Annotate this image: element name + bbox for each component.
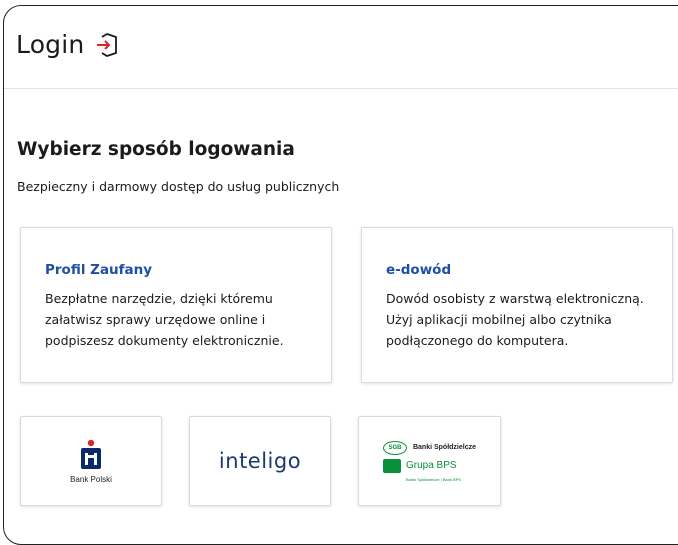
method-description: Bezpłatne narzędzie, dzięki któremu zała… bbox=[45, 291, 284, 348]
method-description: Dowód osobisty z warstwą elektroniczną. … bbox=[386, 291, 644, 348]
bps-subtitle: Banki Spółdzielcze bbox=[412, 444, 477, 451]
bps-logo: SGB Banki Spółdzielcze Grupa BPS Banki S… bbox=[382, 440, 477, 482]
section-subtitle: Bezpieczny i darmowy dostęp do usług pub… bbox=[17, 179, 340, 194]
bps-footnote: Banki Spółdzielcze | Bank BPS bbox=[405, 476, 462, 482]
method-title: e-dowód bbox=[386, 262, 452, 278]
login-icon bbox=[94, 32, 120, 58]
page-title: Login bbox=[16, 30, 85, 59]
bank-login-inteligo[interactable]: inteligo bbox=[189, 416, 331, 506]
sgb-badge: SGB bbox=[382, 440, 407, 455]
header: Login bbox=[16, 30, 120, 59]
inteligo-logo: inteligo bbox=[218, 449, 302, 473]
section-title: Wybierz sposób logowania bbox=[17, 139, 295, 160]
pko-icon bbox=[80, 439, 101, 469]
bank-name: Grupa BPS bbox=[405, 460, 457, 471]
bank-login-grupa-bps[interactable]: SGB Banki Spółdzielcze Grupa BPS Banki S… bbox=[358, 416, 501, 506]
header-divider bbox=[4, 88, 678, 89]
method-title: Profil Zaufany bbox=[45, 262, 153, 278]
login-method-profil-zaufany[interactable]: Profil Zaufany Bezpłatne narzędzie, dzię… bbox=[20, 227, 332, 383]
bps-mark-icon bbox=[382, 458, 401, 473]
pko-logo: Bank Polski bbox=[70, 439, 112, 484]
bank-login-pko[interactable]: Bank Polski bbox=[20, 416, 162, 506]
login-method-e-dowod[interactable]: e-dowód Dowód osobisty z warstwą elektro… bbox=[361, 227, 673, 383]
bank-name: Bank Polski bbox=[70, 474, 112, 484]
